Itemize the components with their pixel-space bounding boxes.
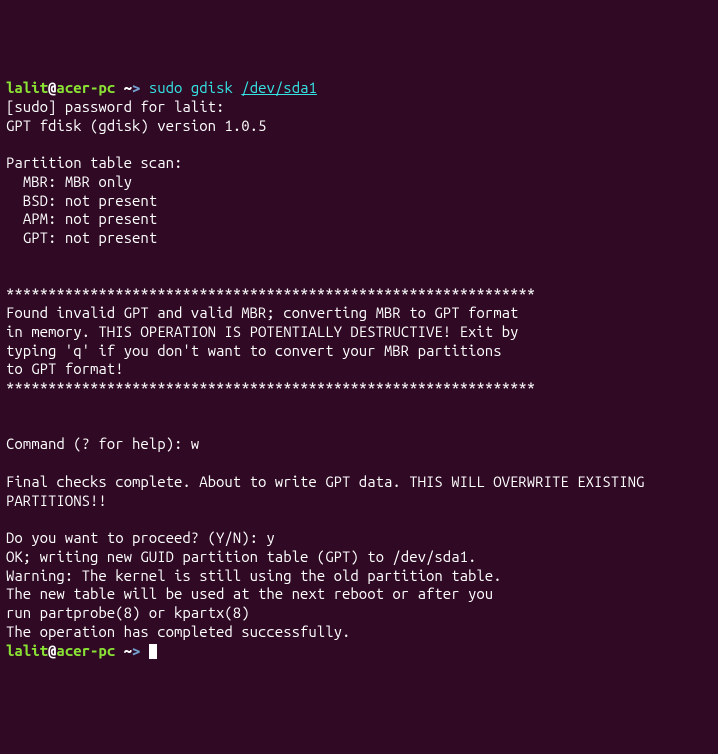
- output-line: Command (? for help): w: [6, 435, 199, 452]
- output-line: Partition table scan:: [6, 154, 182, 171]
- output-line: typing 'q' if you don't want to convert …: [6, 342, 502, 359]
- prompt-line-1: lalit@acer-pc ~> sudo gdisk /dev/sda1: [6, 79, 317, 96]
- output-line: OK; writing new GUID partition table (GP…: [6, 548, 476, 565]
- output-line: ****************************************…: [6, 379, 535, 396]
- command-gdisk: gdisk: [191, 79, 233, 96]
- prompt-arrow: >: [132, 79, 149, 96]
- output-line: ****************************************…: [6, 285, 535, 302]
- prompt-arrow: >: [132, 642, 149, 659]
- prompt-host: acer-pc: [56, 79, 115, 96]
- cursor: [149, 644, 157, 659]
- output-line: GPT fdisk (gdisk) version 1.0.5: [6, 117, 266, 134]
- prompt-user: lalit: [6, 642, 48, 659]
- output-line: BSD: not present: [6, 192, 157, 209]
- output-line: Do you want to proceed? (Y/N): y: [6, 529, 275, 546]
- output-line: The new table will be used at the next r…: [6, 585, 493, 602]
- output-line: Warning: The kernel is still using the o…: [6, 567, 502, 584]
- output-line: [sudo] password for lalit:: [6, 98, 224, 115]
- prompt-at: @: [48, 642, 56, 659]
- prompt-user: lalit: [6, 79, 48, 96]
- output-line: Final checks complete. About to write GP…: [6, 473, 644, 490]
- output-line: GPT: not present: [6, 229, 157, 246]
- prompt-path: ~: [115, 642, 132, 659]
- output-line: PARTITIONS!!: [6, 492, 107, 509]
- prompt-host: acer-pc: [56, 642, 115, 659]
- prompt-path: ~: [115, 79, 132, 96]
- command-sudo: sudo: [149, 79, 183, 96]
- prompt-line-2: lalit@acer-pc ~>: [6, 642, 157, 659]
- terminal-output[interactable]: lalit@acer-pc ~> sudo gdisk /dev/sda1 [s…: [6, 79, 712, 660]
- output-line: run partprobe(8) or kpartx(8): [6, 604, 250, 621]
- output-line: APM: not present: [6, 210, 157, 227]
- output-line: Found invalid GPT and valid MBR; convert…: [6, 304, 518, 321]
- output-line: to GPT format!: [6, 360, 124, 377]
- output-line: The operation has completed successfully…: [6, 623, 350, 640]
- output-line: in memory. THIS OPERATION IS POTENTIALLY…: [6, 323, 518, 340]
- command-arg: /dev/sda1: [241, 79, 317, 96]
- output-line: MBR: MBR only: [6, 173, 132, 190]
